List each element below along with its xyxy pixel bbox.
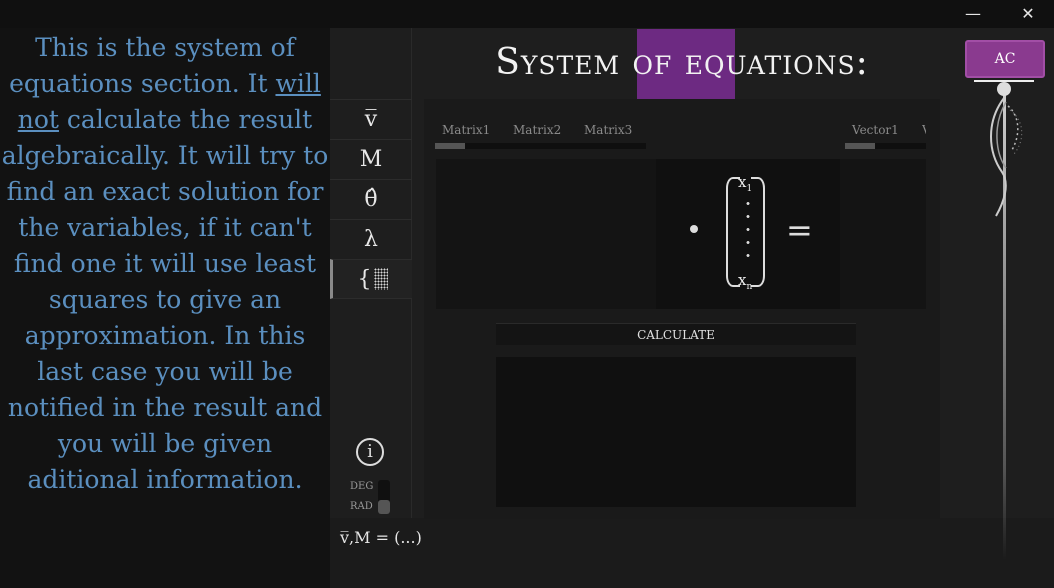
lambda-icon: λ bbox=[364, 227, 378, 252]
calculate-button[interactable]: CALCULATE bbox=[496, 323, 856, 345]
vector-icon: v̅ bbox=[364, 107, 378, 132]
vector-tabs-scroll-thumb[interactable] bbox=[845, 143, 875, 149]
calculator-app: v̅ M θ̂ λ { i DEG RAD System of equation… bbox=[330, 28, 1054, 588]
equals-sign: = bbox=[786, 211, 813, 249]
page-title: System of equations: bbox=[495, 42, 869, 83]
right-paren bbox=[751, 177, 765, 287]
help-text-post: calculate the result algebraically. It w… bbox=[1, 105, 329, 494]
sidebar-item-system[interactable]: { bbox=[330, 259, 412, 299]
system-brace: { bbox=[357, 266, 372, 292]
matrix-input-slot[interactable] bbox=[436, 159, 656, 309]
variable-x1: x1 bbox=[738, 173, 752, 194]
vertical-ellipsis bbox=[746, 197, 750, 265]
deg-label: DEG bbox=[350, 481, 374, 492]
sidebar: v̅ M θ̂ λ { i DEG RAD bbox=[330, 28, 412, 518]
system-icon: { bbox=[358, 267, 388, 292]
angle-icon: θ̂ bbox=[364, 187, 378, 212]
help-text: This is the system of equations section.… bbox=[0, 28, 330, 498]
sidebar-item-vector[interactable]: v̅ bbox=[330, 99, 412, 139]
matrix-tabs-scroll-thumb[interactable] bbox=[435, 143, 465, 149]
vector-tabs-scrollbar[interactable] bbox=[845, 143, 926, 149]
system-grid-glyph bbox=[373, 268, 388, 290]
sidebar-item-matrix[interactable]: M bbox=[330, 139, 412, 179]
variable-xn-sub: n bbox=[746, 282, 753, 292]
title-bar: — ✕ bbox=[0, 0, 1054, 28]
tab-vector2[interactable]: V bbox=[922, 123, 926, 137]
matrix-tabs-scrollbar[interactable] bbox=[435, 143, 646, 149]
dot-operator bbox=[690, 225, 698, 233]
sidebar-item-angle[interactable]: θ̂ bbox=[330, 179, 412, 219]
tab-vector1[interactable]: Vector1 bbox=[852, 123, 899, 137]
angle-unit-toggle[interactable] bbox=[378, 480, 390, 514]
tab-matrix2[interactable]: Matrix2 bbox=[513, 123, 561, 137]
rad-label: RAD bbox=[350, 501, 373, 512]
sidebar-item-eigen[interactable]: λ bbox=[330, 219, 412, 259]
close-icon[interactable]: ✕ bbox=[1005, 0, 1051, 28]
ac-button[interactable]: AC bbox=[965, 40, 1045, 78]
ornament-icon bbox=[990, 97, 1023, 217]
tab-matrix1[interactable]: Matrix1 bbox=[442, 123, 490, 137]
minimize-icon[interactable]: — bbox=[950, 0, 996, 28]
angle-unit-knob bbox=[378, 500, 390, 514]
right-panel: AC bbox=[952, 28, 1054, 560]
help-text-pre: This is the system of equations section.… bbox=[9, 33, 295, 98]
variable-x1-sub: 1 bbox=[746, 184, 753, 194]
status-line: v̅,M = (...) bbox=[340, 528, 422, 547]
vector-input-slot[interactable] bbox=[840, 159, 926, 309]
equation-area: x1 xn = bbox=[436, 159, 926, 309]
matrix-icon: M bbox=[359, 147, 383, 172]
info-icon[interactable]: i bbox=[356, 438, 384, 466]
equation-panel: Matrix1 Matrix2 Matrix3 Vector1 V x1 xn … bbox=[424, 99, 940, 519]
variable-xn: xn bbox=[738, 271, 752, 292]
tab-matrix3[interactable]: Matrix3 bbox=[584, 123, 632, 137]
main-content: System of equations: Matrix1 Matrix2 Mat… bbox=[412, 28, 952, 519]
result-box bbox=[496, 357, 856, 507]
help-panel: This is the system of equations section.… bbox=[0, 28, 330, 588]
